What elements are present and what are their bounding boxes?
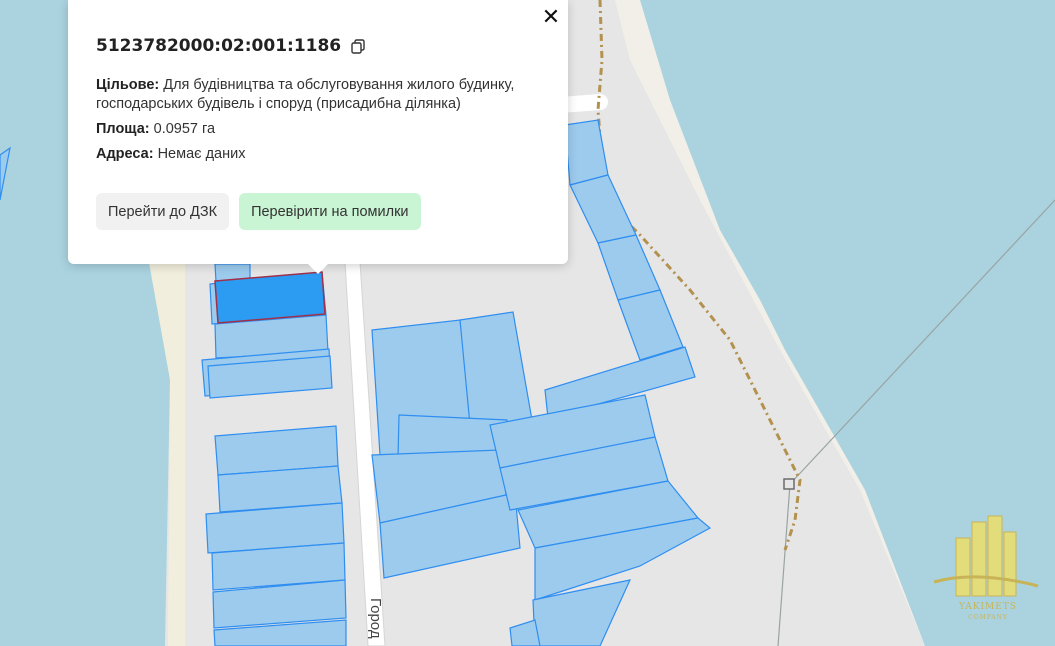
- parcel-info: Цільове: Для будівництва та обслуговуван…: [96, 76, 546, 170]
- go-to-dzk-button[interactable]: Перейти до ДЗК: [96, 193, 230, 230]
- parcel-popup: ✕ 5123782000:02:001:1186 Цільове: Для бу…: [68, 0, 568, 274]
- close-icon[interactable]: ✕: [540, 6, 562, 28]
- watermark-name: YAKIMETS: [959, 602, 1017, 612]
- copy-icon[interactable]: [351, 38, 365, 54]
- watermark-sub: COMPANY: [968, 614, 1008, 621]
- purpose-line: Цільове: Для будівництва та обслуговуван…: [96, 77, 515, 112]
- selected-parcel[interactable]: [214, 271, 326, 324]
- area-line: Площа: 0.0957 га: [96, 121, 216, 137]
- popup-actions: Перейти до ДЗК Перевірити на помилки: [96, 193, 421, 230]
- popup-tip: [308, 264, 328, 274]
- yakimets-logo: [933, 515, 1039, 597]
- cadastral-row: 5123782000:02:001:1186: [96, 36, 365, 56]
- street-label: Город: [367, 598, 384, 639]
- pylon-icon: [783, 478, 795, 490]
- cadastral-number: 5123782000:02:001:1186: [96, 36, 342, 56]
- check-errors-button[interactable]: Перевірити на помилки: [239, 193, 421, 230]
- address-line: Адреса: Немає даних: [96, 146, 246, 162]
